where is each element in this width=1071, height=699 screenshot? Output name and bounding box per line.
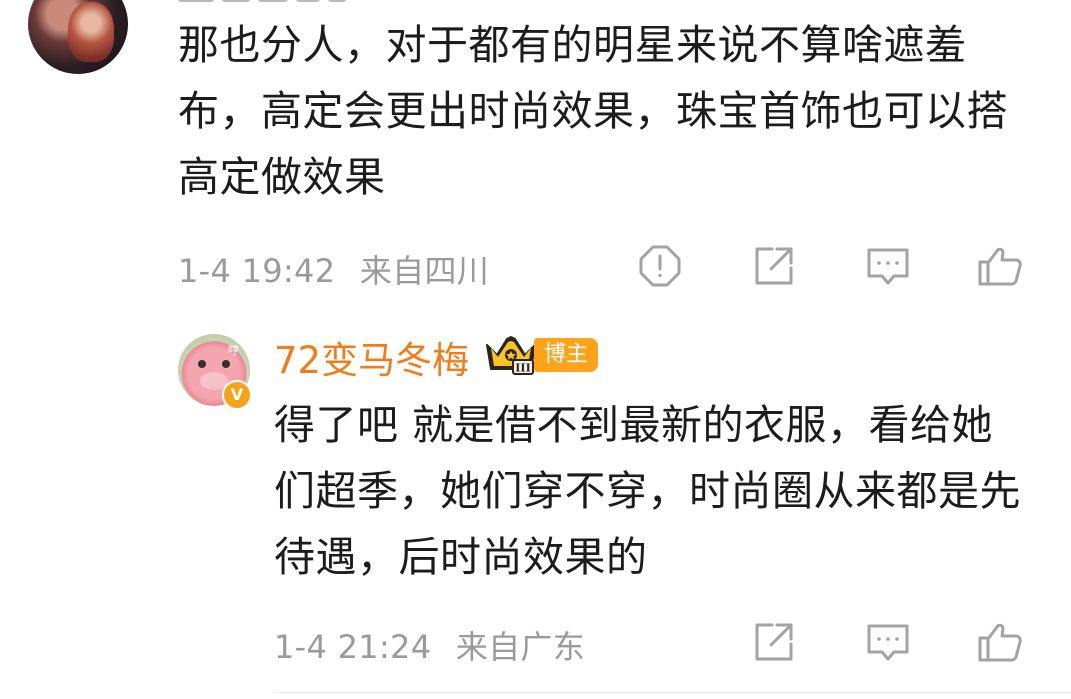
- reply-location: 来自广东: [455, 628, 586, 666]
- author-badge: 博主: [534, 338, 599, 372]
- comment-text: 那也分人，对于都有的明星来说不算啥遮羞布，高定会更出时尚效果，珠宝首饰也可以搭高…: [178, 21, 1008, 201]
- comment-time: 1-4 19:42: [178, 252, 336, 290]
- username-fragment: [178, 0, 398, 6]
- like-icon[interactable]: [976, 242, 1024, 290]
- like-icon[interactable]: [976, 618, 1024, 666]
- avatar-overlay-text: 哼: [228, 344, 239, 357]
- divider: [274, 692, 1071, 693]
- share-icon[interactable]: [750, 242, 798, 290]
- comment-meta: 1-4 19:42 来自四川: [178, 246, 489, 292]
- avatar[interactable]: [28, 0, 128, 74]
- comment-icon[interactable]: [864, 242, 912, 290]
- reply-meta: 1-4 21:24 来自广东: [274, 622, 585, 668]
- report-icon[interactable]: [636, 242, 684, 290]
- verified-badge: V: [222, 380, 252, 410]
- reply-time: 1-4 21:24: [274, 628, 432, 666]
- comment-location: 来自四川: [359, 252, 490, 290]
- share-icon[interactable]: [750, 618, 798, 666]
- crown-level: III: [515, 362, 530, 375]
- reply-text: 得了吧 就是借不到最新的衣服，看给她们超季，她们穿不穿，时尚圈从来都是先待遇，后…: [274, 401, 1021, 581]
- crown-icon: III: [483, 333, 539, 377]
- comment-icon[interactable]: [864, 618, 912, 666]
- reply-author-name[interactable]: 72变马冬梅: [274, 330, 469, 384]
